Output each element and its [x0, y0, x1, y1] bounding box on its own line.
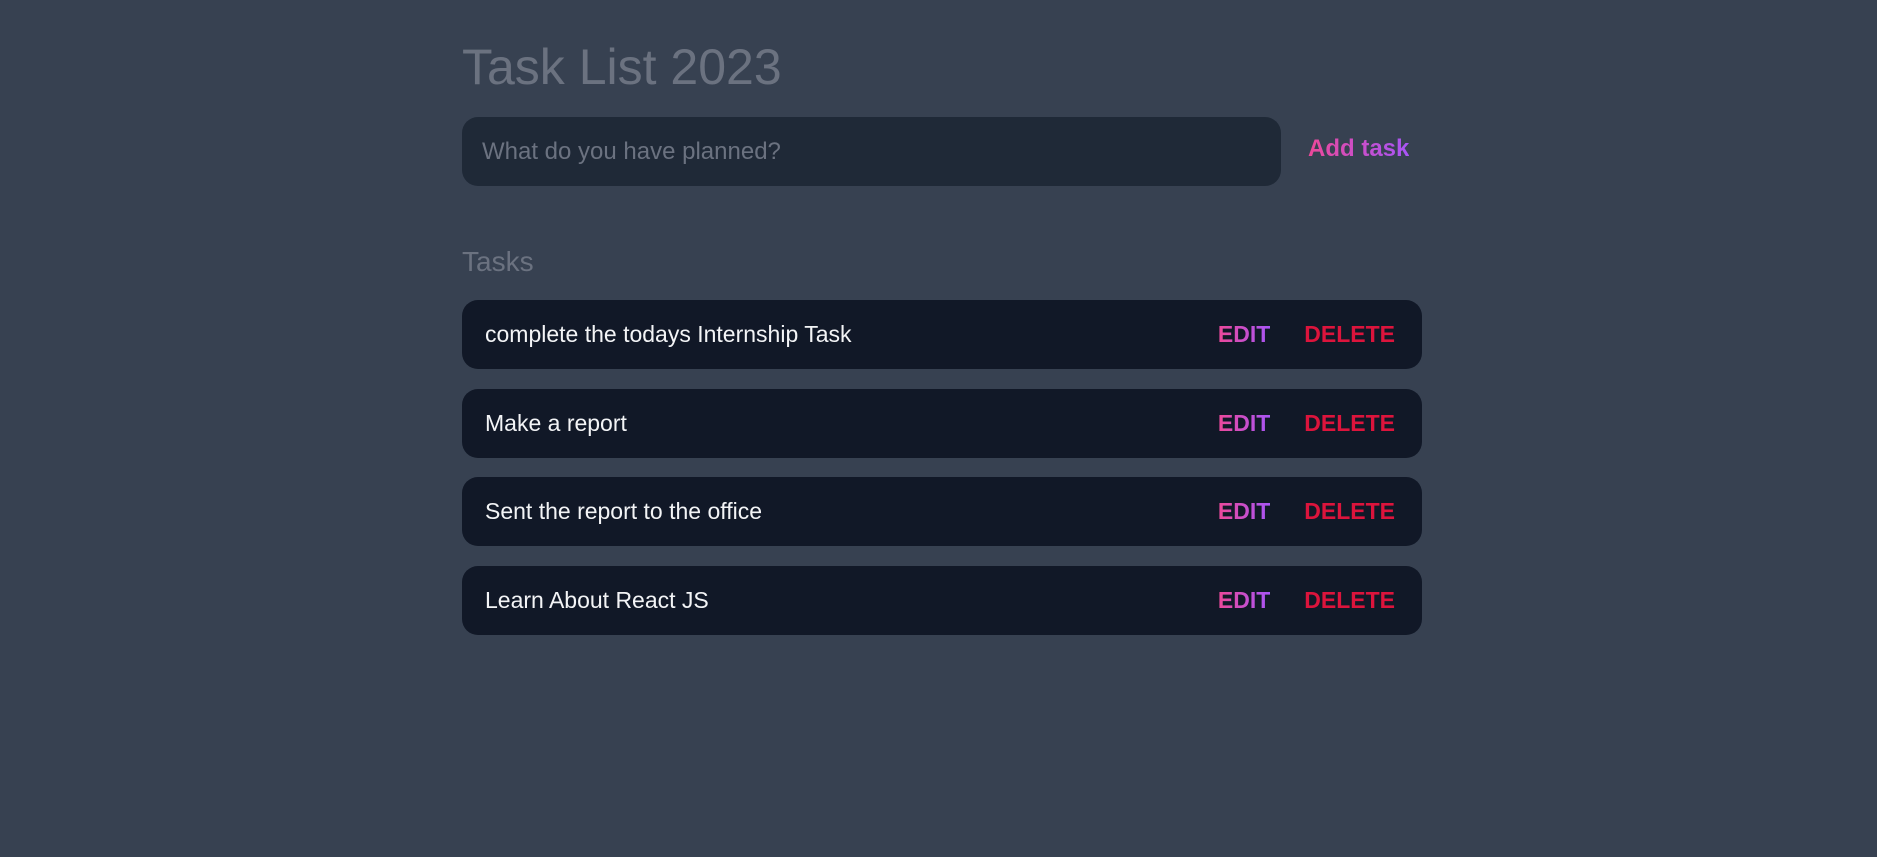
task-list: complete the todays Internship Task EDIT…	[462, 300, 1422, 654]
delete-button[interactable]: DELETE	[1304, 321, 1395, 348]
add-task-button[interactable]: Add task	[1308, 135, 1409, 163]
edit-button[interactable]: EDIT	[1218, 321, 1270, 348]
task-text: complete the todays Internship Task	[485, 321, 852, 347]
delete-button[interactable]: DELETE	[1304, 587, 1395, 614]
delete-button[interactable]: DELETE	[1304, 498, 1395, 525]
task-item: complete the todays Internship Task EDIT…	[462, 300, 1422, 369]
tasks-heading: Tasks	[462, 246, 534, 277]
task-text: Sent the report to the office	[485, 498, 763, 525]
task-item: Sent the report to the office EDIT DELET…	[462, 477, 1422, 547]
task-text: Learn About React JS	[485, 586, 709, 613]
task-item: Learn About React JS EDIT DELETE	[462, 565, 1422, 635]
new-task-input[interactable]	[462, 117, 1281, 186]
new-task-form: Add task	[462, 117, 1422, 186]
page-title: Task List 2023	[462, 39, 782, 95]
task-text: Make a report	[485, 409, 627, 436]
delete-button[interactable]: DELETE	[1304, 410, 1395, 437]
edit-button[interactable]: EDIT	[1218, 410, 1270, 437]
edit-button[interactable]: EDIT	[1218, 587, 1270, 614]
edit-button[interactable]: EDIT	[1218, 498, 1270, 525]
task-item: Make a report EDIT DELETE	[462, 388, 1422, 458]
